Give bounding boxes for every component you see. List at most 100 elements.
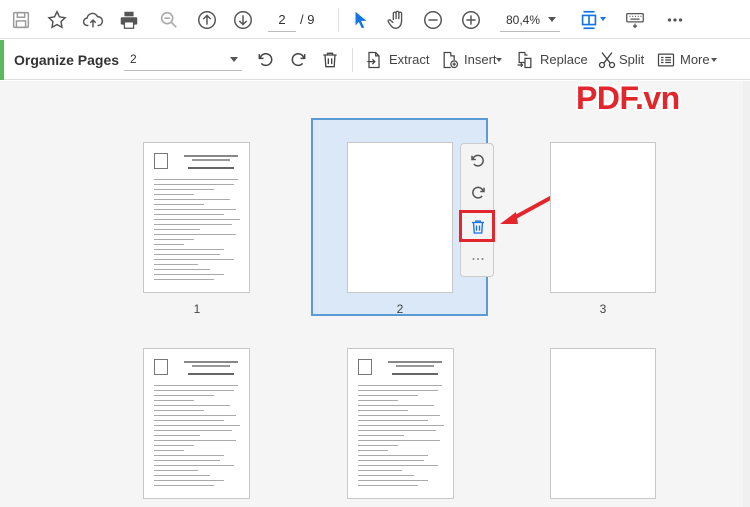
doc-text-line <box>154 199 230 200</box>
toolbar-separator <box>352 48 353 72</box>
organize-title: Organize Pages <box>14 52 120 68</box>
more-icon[interactable] <box>467 248 489 270</box>
doc-text-line <box>154 224 232 225</box>
doc-text-line <box>154 264 198 265</box>
keyboard-icon[interactable] <box>622 7 648 33</box>
replace-icon[interactable] <box>513 48 537 72</box>
delete-icon[interactable] <box>318 48 342 72</box>
split-button[interactable]: Split <box>619 52 644 67</box>
doc-text-line <box>154 249 224 250</box>
chevron-down-icon[interactable] <box>711 58 717 62</box>
doc-text-line <box>358 475 414 476</box>
select-cursor-icon[interactable] <box>348 7 374 33</box>
doc-text-line <box>154 390 234 391</box>
page-fit-icon[interactable] <box>576 7 602 33</box>
accent-bar <box>0 40 4 80</box>
doc-text-line <box>154 234 236 235</box>
doc-text-line <box>358 435 404 436</box>
delete-highlight-box <box>459 210 495 242</box>
doc-text-line <box>154 229 200 230</box>
doc-text-line <box>154 445 194 446</box>
zoom-search-icon[interactable] <box>156 7 182 33</box>
doc-text-line <box>154 254 220 255</box>
insert-icon[interactable] <box>438 48 462 72</box>
doc-text-line <box>358 460 424 461</box>
zoom-in-icon[interactable] <box>458 7 484 33</box>
doc-heading-line <box>388 361 442 363</box>
doc-text-line <box>154 455 224 456</box>
doc-text-line <box>154 475 210 476</box>
doc-text-line <box>154 480 224 481</box>
doc-heading-line <box>192 159 230 161</box>
doc-text-line <box>154 204 204 205</box>
replace-button[interactable]: Replace <box>540 52 588 67</box>
next-page-icon[interactable] <box>230 7 256 33</box>
extract-icon[interactable] <box>362 48 386 72</box>
doc-text-line <box>154 239 194 240</box>
page-total: / 9 <box>300 12 315 27</box>
page-thumbnail-5[interactable] <box>347 348 454 499</box>
doc-text-line <box>358 425 444 426</box>
doc-text-line <box>154 244 184 245</box>
zoom-level-value: 80,4% <box>506 12 541 27</box>
doc-heading-line <box>184 361 238 363</box>
doc-text-line <box>358 485 418 486</box>
save-icon[interactable] <box>8 7 34 33</box>
rotate-right-icon[interactable] <box>286 48 310 72</box>
page-number-input[interactable] <box>268 8 296 32</box>
chevron-down-icon[interactable] <box>600 17 606 21</box>
doc-text-line <box>154 410 204 411</box>
upload-cloud-icon[interactable] <box>80 7 106 33</box>
doc-text-line <box>358 455 428 456</box>
page-range-value: 2 <box>130 52 137 66</box>
extract-button[interactable]: Extract <box>389 52 429 67</box>
doc-text-line <box>154 279 214 280</box>
doc-heading-line <box>396 365 434 367</box>
page-thumbnail-3[interactable] <box>550 142 656 293</box>
doc-text-line <box>154 405 230 406</box>
doc-text-line <box>154 420 224 421</box>
print-icon[interactable] <box>116 7 142 33</box>
more-icon[interactable] <box>662 7 688 33</box>
rotate-left-icon[interactable] <box>254 48 278 72</box>
scissors-icon[interactable] <box>595 48 619 72</box>
doc-text-line <box>154 184 234 185</box>
doc-text-line <box>154 214 224 215</box>
bookmark-star-icon[interactable] <box>44 7 70 33</box>
page-thumbnail-2[interactable] <box>347 142 453 293</box>
doc-text-line <box>358 470 402 471</box>
zoom-level-select[interactable]: 80,4% <box>500 8 560 32</box>
doc-text-line <box>358 430 436 431</box>
prev-page-icon[interactable] <box>194 7 220 33</box>
page-range-select[interactable]: 2 <box>124 49 242 71</box>
rotate-right-icon[interactable] <box>467 182 489 204</box>
doc-text-line <box>154 425 240 426</box>
hand-tool-icon[interactable] <box>384 7 410 33</box>
rotate-left-icon[interactable] <box>467 150 489 172</box>
vertical-scrollbar[interactable] <box>743 81 750 507</box>
doc-text-line <box>154 400 194 401</box>
chevron-down-icon[interactable] <box>496 58 502 62</box>
page-thumbnail-6[interactable] <box>550 348 656 499</box>
doc-text-line <box>154 435 200 436</box>
more-options-icon[interactable] <box>654 48 678 72</box>
doc-text-line <box>154 274 224 275</box>
doc-heading-line <box>188 373 234 375</box>
photo-placeholder <box>358 359 372 375</box>
doc-text-line <box>154 395 214 396</box>
doc-heading-line <box>192 365 230 367</box>
zoom-out-icon[interactable] <box>420 7 446 33</box>
doc-text-line <box>154 465 234 466</box>
page-number-label-2: 2 <box>396 302 404 316</box>
page-thumbnail-1[interactable] <box>143 142 250 293</box>
doc-text-line <box>154 485 214 486</box>
doc-text-line <box>154 385 238 386</box>
doc-text-line <box>154 415 236 416</box>
page-number-label-1: 1 <box>193 302 201 316</box>
doc-text-line <box>154 269 210 270</box>
more-button[interactable]: More <box>680 52 710 67</box>
insert-button[interactable]: Insert <box>464 52 497 67</box>
doc-text-line <box>154 179 238 180</box>
page-thumbnail-4[interactable] <box>143 348 250 499</box>
doc-text-line <box>154 470 198 471</box>
